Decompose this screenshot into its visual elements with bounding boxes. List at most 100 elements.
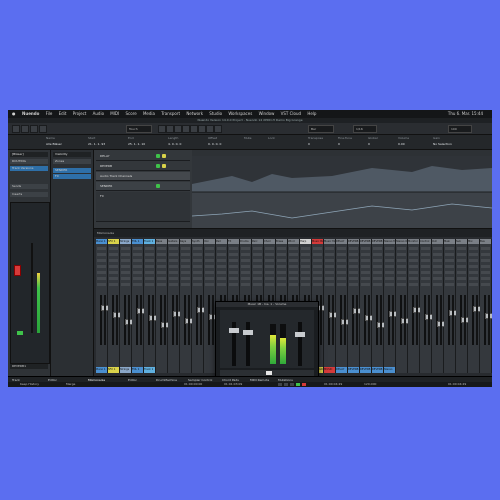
insert-slot[interactable] bbox=[217, 283, 226, 286]
menu-project[interactable]: Project bbox=[73, 111, 87, 116]
channel-strip[interactable]: Music Mgl MUSIC bbox=[324, 239, 339, 373]
channel-strip[interactable]: REVERB REVERB bbox=[360, 239, 375, 373]
channel-fader[interactable] bbox=[352, 295, 363, 345]
channel-fader[interactable] bbox=[124, 295, 135, 345]
insert-slot[interactable] bbox=[313, 271, 322, 274]
insert-slot[interactable] bbox=[145, 265, 154, 268]
insert-slot[interactable] bbox=[445, 247, 454, 250]
insert-slot[interactable] bbox=[445, 283, 454, 286]
channel-strip[interactable]: Strings Strings bbox=[120, 239, 135, 373]
insert-slot[interactable] bbox=[193, 283, 202, 286]
insert-slot[interactable] bbox=[337, 277, 346, 280]
menu-edit[interactable]: Edit bbox=[59, 111, 67, 116]
insert-slot[interactable] bbox=[397, 283, 406, 286]
inspector-track-versions[interactable]: Track Versions bbox=[10, 166, 48, 171]
insert-slot[interactable] bbox=[337, 265, 346, 268]
insert-slot[interactable] bbox=[253, 253, 262, 256]
insert-slot[interactable] bbox=[385, 283, 394, 286]
insert-slot[interactable] bbox=[289, 271, 298, 274]
channel-strip[interactable]: REVERB REVERB bbox=[348, 239, 363, 373]
insert-slot[interactable] bbox=[469, 271, 478, 274]
channel-strip[interactable]: Control bbox=[420, 239, 435, 373]
insert-slot[interactable] bbox=[313, 247, 322, 250]
channel-strip[interactable]: SFX 1 SFX 1 bbox=[108, 239, 123, 373]
channel-fader[interactable] bbox=[448, 295, 459, 345]
insert-slot[interactable] bbox=[169, 271, 178, 274]
channel-strip[interactable]: Track 1 Track 1 bbox=[144, 239, 159, 373]
insert-slot[interactable] bbox=[385, 247, 394, 250]
insert-slot[interactable] bbox=[109, 283, 118, 286]
inspector-routing-section[interactable]: ROUTING bbox=[10, 159, 48, 164]
channel-strip[interactable]: DELAY DELAY bbox=[336, 239, 351, 373]
channel-fader[interactable] bbox=[100, 295, 111, 345]
insert-slot[interactable] bbox=[181, 253, 190, 256]
channel-strip[interactable]: Stereo Out bbox=[396, 239, 411, 373]
draw-tool[interactable] bbox=[214, 125, 222, 133]
track-sender[interactable]: SENDER bbox=[96, 182, 190, 191]
channel-fader[interactable] bbox=[412, 295, 423, 345]
insert-slot[interactable] bbox=[349, 283, 358, 286]
info-value-global[interactable]: 0 bbox=[368, 142, 370, 146]
insert-slot[interactable] bbox=[385, 253, 394, 256]
insert-slot[interactable] bbox=[421, 253, 430, 256]
insert-slot[interactable] bbox=[445, 277, 454, 280]
insert-slot[interactable] bbox=[421, 271, 430, 274]
menu-file[interactable]: File bbox=[46, 111, 53, 116]
insert-slot[interactable] bbox=[205, 277, 214, 280]
merge-mode-select[interactable]: Merge bbox=[66, 382, 75, 387]
glue-tool[interactable] bbox=[182, 125, 190, 133]
visibility-fx-item[interactable]: FX bbox=[53, 174, 91, 179]
insert-slot[interactable] bbox=[253, 277, 262, 280]
insert-slot[interactable] bbox=[133, 283, 142, 286]
insert-slot[interactable] bbox=[121, 271, 130, 274]
insert-slot[interactable] bbox=[361, 259, 370, 262]
insert-slot[interactable] bbox=[109, 259, 118, 262]
insert-slot[interactable] bbox=[481, 253, 490, 256]
activate-project-button[interactable] bbox=[12, 125, 20, 133]
insert-slot[interactable] bbox=[421, 283, 430, 286]
menu-transport[interactable]: Transport bbox=[161, 111, 180, 116]
insert-slot[interactable] bbox=[313, 265, 322, 268]
insert-slot[interactable] bbox=[289, 265, 298, 268]
insert-slot[interactable] bbox=[421, 247, 430, 250]
insert-slot[interactable] bbox=[433, 283, 442, 286]
insert-slot[interactable] bbox=[157, 247, 166, 250]
forward-button[interactable] bbox=[284, 383, 288, 386]
insert-slot[interactable] bbox=[121, 283, 130, 286]
insert-slot[interactable] bbox=[277, 271, 286, 274]
insert-slot[interactable] bbox=[205, 265, 214, 268]
insert-slot[interactable] bbox=[373, 247, 382, 250]
insert-slot[interactable] bbox=[325, 283, 334, 286]
zoom-tool[interactable] bbox=[198, 125, 206, 133]
info-value-gain[interactable]: No Selection bbox=[433, 142, 452, 146]
insert-slot[interactable] bbox=[325, 277, 334, 280]
insert-slot[interactable] bbox=[253, 283, 262, 286]
insert-slot[interactable] bbox=[133, 259, 142, 262]
insert-slot[interactable] bbox=[373, 265, 382, 268]
insert-slot[interactable] bbox=[241, 247, 250, 250]
insert-slot[interactable] bbox=[313, 283, 322, 286]
channel-strip[interactable]: Monitor bbox=[408, 239, 423, 373]
insert-slot[interactable] bbox=[97, 265, 106, 268]
insert-slot[interactable] bbox=[121, 253, 130, 256]
insert-slot[interactable] bbox=[265, 271, 274, 274]
insert-slot[interactable] bbox=[397, 265, 406, 268]
secondary-time-display[interactable]: 01:00:04:29 bbox=[448, 382, 466, 387]
insert-slot[interactable] bbox=[109, 277, 118, 280]
insert-slot[interactable] bbox=[205, 283, 214, 286]
menu-help[interactable]: Help bbox=[307, 111, 316, 116]
insert-slot[interactable] bbox=[241, 253, 250, 256]
insert-slot[interactable] bbox=[409, 271, 418, 274]
zoom-field[interactable]: 100 bbox=[448, 125, 472, 133]
tempo-display[interactable]: 120.000 bbox=[364, 382, 376, 387]
primary-time-display[interactable]: 01:00:04:29 bbox=[324, 382, 342, 387]
insert-slot[interactable] bbox=[229, 247, 238, 250]
channel-strip[interactable]: FOL 1 FOL 1 bbox=[132, 239, 147, 373]
channel-fader[interactable] bbox=[472, 295, 483, 345]
insert-slot[interactable] bbox=[277, 277, 286, 280]
insert-slot[interactable] bbox=[265, 253, 274, 256]
insert-slot[interactable] bbox=[289, 247, 298, 250]
insert-slot[interactable] bbox=[241, 283, 250, 286]
insert-slot[interactable] bbox=[313, 259, 322, 262]
insert-slot[interactable] bbox=[181, 283, 190, 286]
